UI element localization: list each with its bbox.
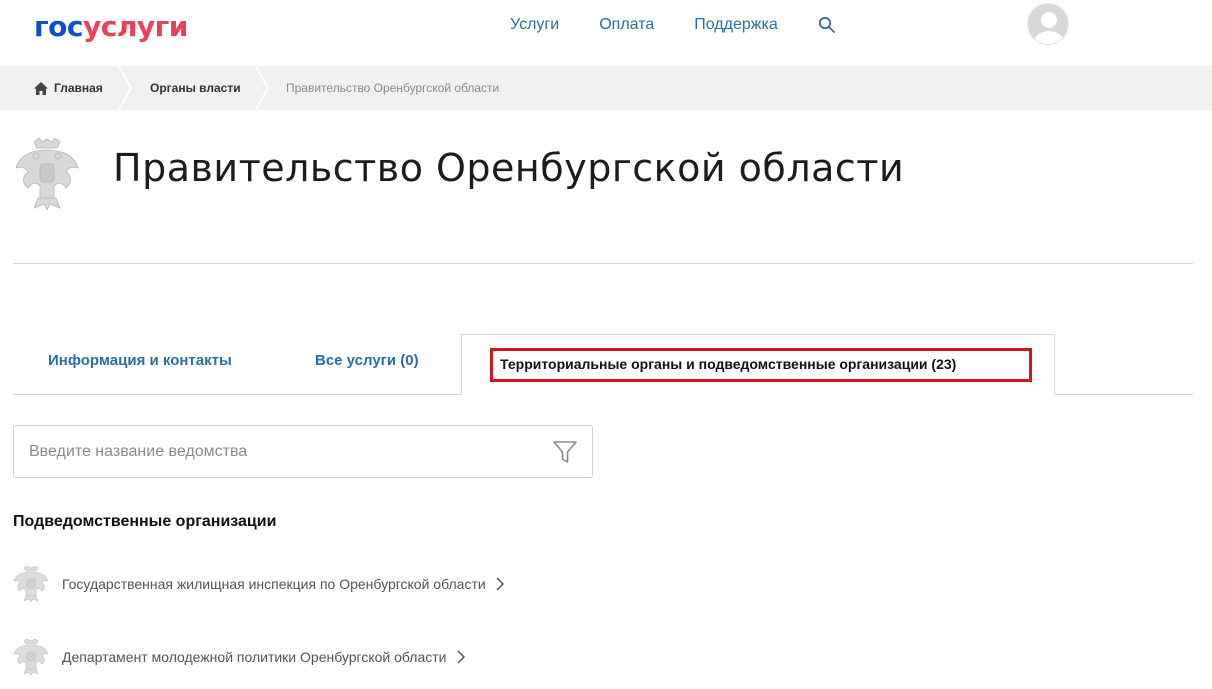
breadcrumb: Главная Органы власти Правительство Орен… bbox=[0, 66, 1212, 110]
page-title: Правительство Оренбургской области bbox=[113, 146, 905, 190]
breadcrumb-separator-icon bbox=[255, 66, 269, 110]
breadcrumb-organs[interactable]: Органы власти bbox=[150, 66, 241, 110]
subordinate-section-title: Подведомственные организации bbox=[13, 513, 277, 530]
search-icon[interactable] bbox=[818, 16, 836, 34]
department-search-input[interactable] bbox=[29, 436, 529, 468]
chevron-right-icon bbox=[456, 650, 465, 664]
user-silhouette-icon bbox=[1034, 12, 1064, 44]
chevron-right-icon bbox=[496, 577, 504, 591]
gosuslugi-logo[interactable]: госуслуги bbox=[34, 10, 188, 43]
logo-part-gos: гос bbox=[34, 10, 83, 43]
tab-territorial-label-highlighted[interactable]: Территориальные органы и подведомственны… bbox=[490, 348, 1032, 382]
nav-support[interactable]: Поддержка bbox=[694, 16, 777, 34]
org-name: Департамент молодежной политики Оренбург… bbox=[62, 649, 447, 665]
logo-part-uslugi: услуги bbox=[82, 10, 188, 43]
list-item[interactable]: Департамент молодежной политики Оренбург… bbox=[13, 639, 466, 675]
tab-info-contacts[interactable]: Информация и контакты bbox=[48, 352, 232, 369]
filter-funnel-icon[interactable] bbox=[552, 439, 578, 465]
coat-of-arms-icon bbox=[13, 639, 49, 675]
org-name: Государственная жилищная инспекция по Ор… bbox=[62, 576, 486, 592]
breadcrumb-home-label: Главная bbox=[54, 81, 103, 95]
breadcrumb-home[interactable]: Главная bbox=[34, 66, 103, 110]
department-filter-box bbox=[13, 425, 593, 478]
page: госуслуги Услуги Оплата Поддержка Главна… bbox=[0, 0, 1212, 689]
nav-payment[interactable]: Оплата bbox=[599, 16, 654, 34]
list-item[interactable]: Государственная жилищная инспекция по Ор… bbox=[13, 566, 505, 602]
breadcrumb-separator-icon bbox=[118, 66, 132, 110]
top-header: госуслуги Услуги Оплата Поддержка bbox=[0, 0, 1212, 66]
home-icon bbox=[34, 81, 48, 95]
user-avatar[interactable] bbox=[1027, 3, 1069, 45]
tab-all-services[interactable]: Все услуги (0) bbox=[315, 352, 419, 369]
nav-services[interactable]: Услуги bbox=[510, 16, 559, 34]
breadcrumb-current: Правительство Оренбургской области bbox=[286, 81, 500, 95]
main-nav: Услуги Оплата Поддержка bbox=[510, 16, 778, 34]
coat-of-arms-icon bbox=[15, 138, 79, 210]
coat-of-arms-icon bbox=[13, 566, 49, 602]
title-divider bbox=[13, 263, 1193, 264]
